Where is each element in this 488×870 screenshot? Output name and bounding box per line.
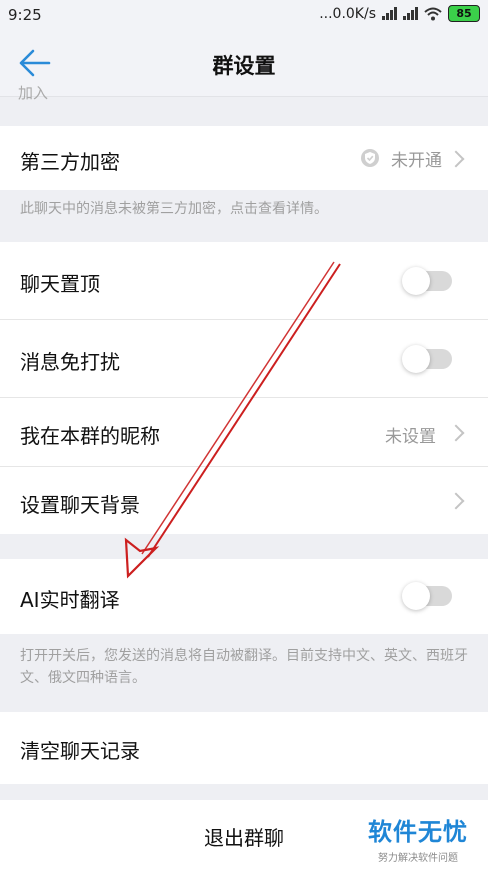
clear-history-row[interactable]: 清空聊天记录: [0, 712, 488, 784]
pin-chat-label: 聊天置顶: [20, 272, 100, 296]
wifi-icon: [424, 7, 442, 20]
toggle-knob: [402, 345, 430, 373]
do-not-disturb-toggle[interactable]: [402, 345, 452, 373]
ai-translate-toggle[interactable]: [402, 582, 452, 610]
watermark-sub: 努力解决软件问题: [378, 853, 458, 864]
ai-translate-row: AI实时翻译: [0, 559, 488, 634]
encryption-status: 未开通: [391, 151, 442, 171]
third-party-encryption-label: 第三方加密: [20, 150, 120, 174]
battery-icon: 85: [448, 5, 480, 22]
third-party-encryption-row[interactable]: 第三方加密 未开通: [0, 126, 488, 190]
status-time: 9:25: [8, 6, 42, 24]
do-not-disturb-row: 消息免打扰: [0, 320, 488, 397]
do-not-disturb-label: 消息免打扰: [20, 350, 120, 374]
chevron-right-icon: [447, 492, 465, 510]
status-indicators: ...0.0K/s 85: [319, 5, 480, 22]
chevron-right-icon: [447, 424, 465, 442]
pin-chat-toggle[interactable]: [402, 267, 452, 295]
pin-chat-row: 聊天置顶: [0, 242, 488, 319]
ai-translate-hint: 打开开关后，您发送的消息将自动被翻译。目前支持中文、英文、西班牙文、俄文四种语言…: [20, 648, 468, 686]
status-bar: 9:25 ...0.0K/s 85: [0, 0, 488, 30]
signal-icon-2: [403, 7, 418, 20]
ai-translate-label: AI实时翻译: [20, 588, 120, 612]
group-nickname-value: 未设置: [385, 427, 436, 447]
nav-bar: 群设置: [0, 30, 488, 97]
group-nickname-row[interactable]: 我在本群的昵称 未设置: [0, 398, 488, 466]
chat-background-row[interactable]: 设置聊天背景: [0, 467, 488, 534]
toggle-knob: [402, 582, 430, 610]
shield-check-icon: [361, 149, 379, 167]
watermark-main: 软件无忧: [368, 818, 468, 846]
page-title: 群设置: [212, 54, 276, 78]
chevron-right-icon: [447, 150, 465, 168]
network-speed: ...0.0K/s: [319, 5, 376, 22]
cut-off-text: 加入: [18, 84, 49, 102]
encryption-hint[interactable]: 此聊天中的消息未被第三方加密，点击查看详情。: [20, 198, 470, 220]
clear-history-label: 清空聊天记录: [20, 739, 140, 763]
group-nickname-label: 我在本群的昵称: [20, 424, 160, 448]
watermark-logo: 软件无忧 努力解决软件问题: [368, 812, 468, 864]
toggle-knob: [402, 267, 430, 295]
chat-background-label: 设置聊天背景: [20, 493, 140, 517]
signal-icon: [382, 7, 397, 20]
